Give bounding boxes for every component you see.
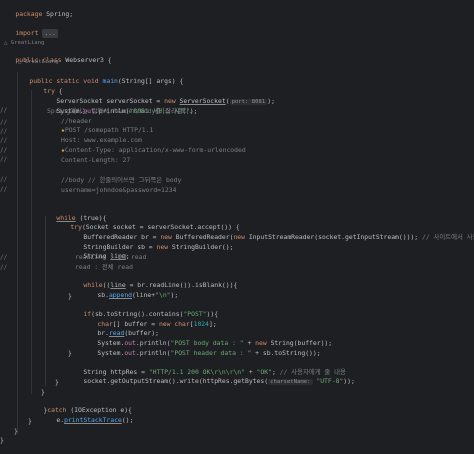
indent-guide [17, 72, 18, 434]
class-name: Webserver3 { [61, 56, 112, 64]
comment-line[interactable]: ★Content-Type: application/x-www-form-ur… [61, 146, 246, 155]
folded-imports[interactable]: ... [42, 29, 58, 38]
closing-brace: } [55, 378, 59, 386]
closing-brace: } [68, 349, 72, 357]
parameter-hint: port: 8081 [229, 99, 268, 105]
gutter-comment-mark: // [0, 156, 8, 163]
comment-line[interactable]: Host: www.example.com [61, 136, 142, 145]
code-text: InputStreamReader(socket.getInputStream(… [245, 233, 422, 241]
gutter-comment-mark: // [0, 264, 8, 271]
code-text: )); [343, 377, 355, 385]
method-args: (String[] args) { [117, 77, 184, 85]
code-text: e. [56, 416, 65, 424]
string-literal: "\n" [155, 291, 171, 299]
code-text: .println( [135, 349, 171, 357]
comment-text: Content-Type: application/x-www-form-url… [64, 146, 246, 154]
code-text: socket.getOutputStream().write(httpRes.g… [83, 377, 269, 385]
method-name: printStackTrace [64, 416, 122, 424]
code-text: ); [267, 97, 275, 105]
code-line-char-buffer[interactable]: char[] buffer = new char[1024]; [82, 311, 216, 328]
code-text: (); [121, 416, 134, 424]
keyword: new [233, 233, 245, 241]
comment-line[interactable]: Spring에서는 알아서 header/body를 잘라준다. [47, 107, 192, 116]
gutter-comment-mark: // [0, 107, 8, 114]
method-name: append [108, 291, 133, 299]
gutter-comment-mark: // [0, 176, 8, 183]
code-line-bufferedreader[interactable]: BufferedReader br = new BufferedReader(n… [68, 224, 474, 241]
code-line-catch[interactable]: }catch (IOException e){ [28, 397, 132, 414]
code-line-import[interactable]: import ... [0, 20, 58, 38]
code-line-if[interactable]: if(sb.toString().contains("POST")){ [68, 301, 218, 318]
gutter-comment-mark: // [0, 128, 8, 135]
code-line-package[interactable]: package Spring; [0, 1, 73, 18]
code-line-println[interactable]: System.out.println("8081 서비스 시작"); [41, 98, 197, 115]
comment-line[interactable]: readLine : 1줄 read [75, 253, 146, 262]
string-literal: "POST header data : " [170, 349, 252, 357]
number-literal: 1024 [193, 320, 209, 328]
comment-text: // 사이트에서 사용자에게 입력받은 값 [422, 233, 474, 241]
code-text: StringBuilder(); [168, 243, 234, 251]
code-line-append[interactable]: sb.append(line+"\n"); [82, 282, 178, 299]
keyword: new [156, 243, 169, 251]
code-line-printstacktrace[interactable]: e.printStackTrace(); [41, 407, 133, 424]
code-text: sb. [97, 291, 109, 299]
parameter-hint: charsetName: [268, 379, 313, 385]
author-hint: △ GreatLiang [18, 59, 59, 65]
comment-line[interactable]: ★POST /somepath HTTP/1.1 [61, 126, 153, 135]
string-literal: "UTF-8" [316, 377, 344, 385]
keyword: char [170, 320, 190, 328]
code-line-while[interactable]: while (true){ [41, 205, 106, 222]
keyword: new [158, 320, 171, 328]
code-line-string-line[interactable]: String line; [68, 243, 129, 260]
closing-brace: } [14, 427, 18, 435]
method-name: main [102, 77, 118, 85]
indent-guide [45, 216, 46, 386]
code-line-println-body[interactable]: System.out.println("POST body data : " +… [82, 330, 332, 347]
code-line-while-readline[interactable]: while((line = br.readLine()).isBlank()){ [68, 272, 237, 289]
comment-line[interactable]: Content-Length: 27 [61, 156, 130, 165]
code-text: System. [97, 349, 125, 357]
code-line-class[interactable]: public class Webserver3 { [0, 47, 111, 64]
code-line-stringbuilder[interactable]: StringBuilder sb = new StringBuilder(); [68, 234, 233, 251]
comment-line[interactable]: //header [61, 117, 92, 126]
code-text: (line+ [132, 291, 156, 299]
code-line-httpres[interactable]: String httpRes = "HTTP/1.1 200 OK\r\n\r\… [68, 359, 346, 376]
comment-text: POST /somepath HTTP/1.1 [64, 126, 154, 134]
gutter-comment-mark: // [0, 147, 8, 154]
keyword: import [15, 29, 39, 37]
gutter-comment-mark: // [0, 119, 8, 126]
keyword: package [15, 10, 43, 18]
gutter-comment-mark: // [0, 137, 8, 144]
package-name: Spring; [42, 10, 74, 18]
closing-brace: } [0, 436, 4, 444]
code-line-println-header[interactable]: System.out.println("POST header data : "… [82, 340, 320, 357]
closing-brace: } [68, 292, 72, 300]
code-text: ); [170, 291, 179, 299]
indent-guide [31, 90, 32, 394]
comment-line[interactable]: username=johndoe&password=1234 [61, 186, 176, 195]
code-line-try[interactable]: try { [28, 78, 62, 95]
code-line-try-socket[interactable]: try(Socket socket = serverSocket.accept(… [55, 214, 239, 231]
field-ref: out [124, 349, 136, 357]
code-line-serversocket[interactable]: ServerSocket serverSocket = new ServerSo… [41, 88, 275, 105]
code-line-main[interactable]: public static void main(String[] args) { [14, 68, 183, 85]
gutter-comment-mark: // [0, 254, 8, 261]
code-text: + sb.toString()); [251, 349, 321, 357]
gutter-comment-mark: // [0, 186, 8, 193]
comment-line[interactable]: read : 전체 read [75, 263, 133, 272]
closing-brace: } [28, 417, 32, 425]
code-line-br-read[interactable]: br.read(buffer); [82, 320, 159, 337]
code-text: ]; [209, 320, 217, 328]
comment-line[interactable]: //body // 한줄띄어쓰면 그뒤쪽은 body [61, 176, 181, 185]
code-line-outputstream[interactable]: socket.getOutputStream().write(httpRes.g… [68, 368, 355, 385]
closing-brace: } [41, 388, 45, 396]
code-editor[interactable]: // // // // // // // // // // package Sp… [0, 0, 474, 454]
